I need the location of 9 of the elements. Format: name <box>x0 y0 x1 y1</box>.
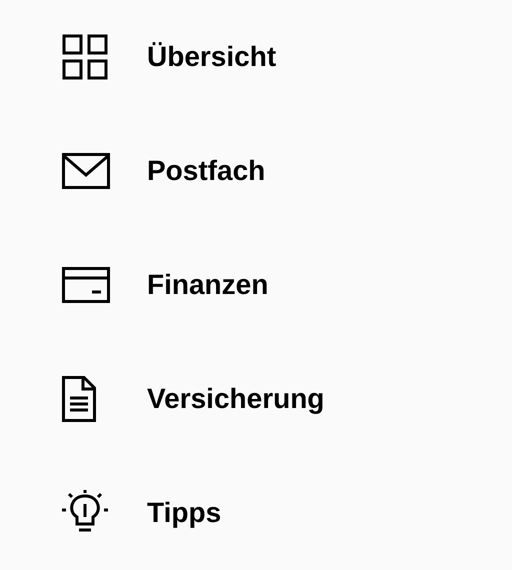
sidebar-item[interactable]: Finanzen <box>0 228 512 342</box>
envelope-icon <box>62 153 110 189</box>
sidebar-item[interactable]: Übersicht <box>0 0 512 114</box>
sidebar-item[interactable]: Tipps <box>0 456 512 570</box>
grid-icon <box>62 34 108 80</box>
sidebar-item[interactable]: Versicherung <box>0 342 512 456</box>
card-icon <box>62 267 110 303</box>
document-icon <box>62 376 96 422</box>
sidebar-item[interactable]: Postfach <box>0 114 512 228</box>
